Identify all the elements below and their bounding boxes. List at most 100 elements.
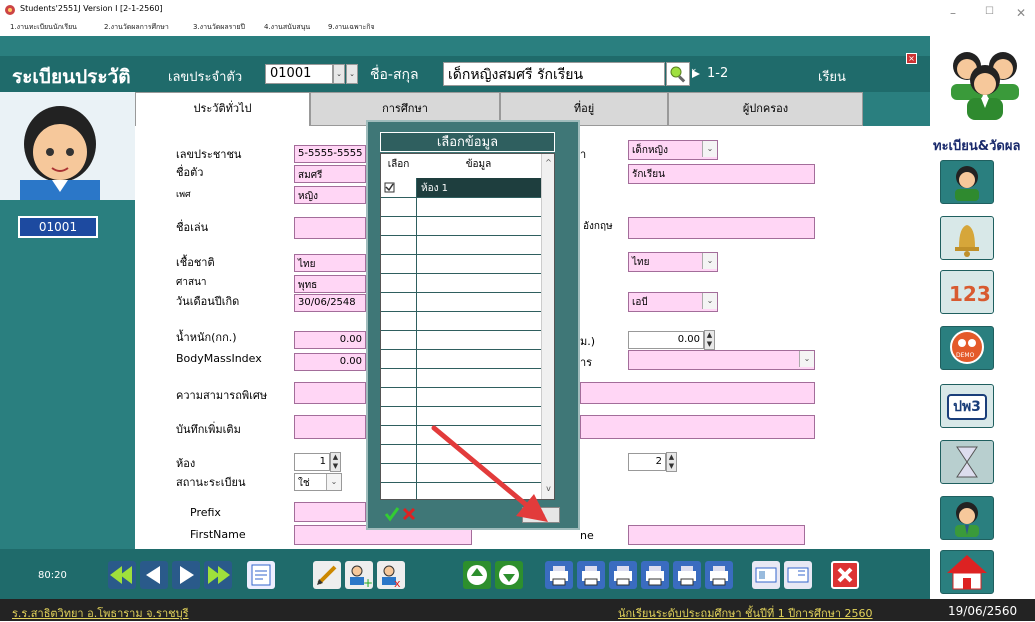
- grid-row[interactable]: [381, 387, 541, 407]
- print-button-2[interactable]: [577, 561, 605, 589]
- row-select-cell[interactable]: [381, 235, 417, 254]
- id-dropdown-button[interactable]: ⌄: [346, 64, 358, 84]
- title-select[interactable]: เด็กหญิง ⌄: [628, 140, 718, 160]
- card-view-button[interactable]: [784, 561, 812, 589]
- check-all-icon[interactable]: [384, 506, 400, 522]
- status-select[interactable]: ใช่ ⌄: [294, 473, 342, 491]
- print-button-6[interactable]: [705, 561, 733, 589]
- row-select-cell[interactable]: [381, 311, 417, 330]
- clear-all-icon[interactable]: [401, 506, 417, 522]
- hourglass-button[interactable]: [940, 440, 994, 484]
- first-record-button[interactable]: [108, 561, 136, 589]
- row-select-cell[interactable]: [381, 330, 417, 349]
- pw3-button[interactable]: ปพ3: [940, 384, 994, 428]
- search-icon[interactable]: [666, 62, 690, 86]
- height-field[interactable]: 0.00: [628, 331, 704, 349]
- special-ability-ext-field[interactable]: [580, 382, 815, 404]
- row-select-cell[interactable]: [381, 387, 417, 406]
- print-button-5[interactable]: [673, 561, 701, 589]
- nickname-field[interactable]: [294, 217, 366, 239]
- first-name-field[interactable]: สมศรี: [294, 165, 366, 183]
- row-select-cell[interactable]: [381, 349, 417, 368]
- notes-field[interactable]: [294, 415, 366, 439]
- room-field[interactable]: 1: [294, 453, 330, 471]
- menu-support[interactable]: 4.งานสนับสนุน: [264, 22, 310, 33]
- grid-row[interactable]: [381, 273, 541, 293]
- grid-row[interactable]: [381, 311, 541, 331]
- religion-select[interactable]: พุทธ: [294, 275, 366, 293]
- id-card-button[interactable]: [752, 561, 780, 589]
- room-stepper[interactable]: ▲ ▼: [330, 452, 341, 472]
- last-record-button[interactable]: [204, 561, 232, 589]
- number-stepper[interactable]: ▲ ▼: [666, 452, 677, 472]
- row-select-cell[interactable]: [381, 197, 417, 216]
- row-select-cell[interactable]: [381, 482, 417, 499]
- number-field[interactable]: 2: [628, 453, 666, 471]
- prev-record-button[interactable]: [140, 561, 168, 589]
- scores-button[interactable]: 123: [940, 270, 994, 314]
- menu-registration[interactable]: 1.งานทะเบียนนักเรียน: [10, 22, 77, 33]
- grid-row[interactable]: [381, 197, 541, 217]
- height-stepper[interactable]: ▲ ▼: [704, 330, 715, 350]
- menu-special[interactable]: 9.งานเฉพาะกิจ: [328, 22, 375, 33]
- teacher-button[interactable]: [940, 496, 994, 540]
- row-select-cell[interactable]: [381, 273, 417, 292]
- close-window-button[interactable]: ✕: [1016, 6, 1026, 20]
- grid-row[interactable]: [381, 216, 541, 236]
- grid-row[interactable]: [381, 292, 541, 312]
- move-up-button[interactable]: [463, 561, 491, 589]
- student-profile-button[interactable]: [940, 160, 994, 204]
- row-select-cell[interactable]: [381, 406, 417, 425]
- bell-button[interactable]: [940, 216, 994, 260]
- home-button[interactable]: [940, 550, 994, 594]
- nationality-select[interactable]: ไทย ⌄: [628, 252, 718, 272]
- row-select-cell[interactable]: [381, 463, 417, 482]
- minimize-button[interactable]: –: [950, 6, 956, 20]
- grid-row[interactable]: [381, 349, 541, 369]
- grid-row[interactable]: [381, 368, 541, 388]
- ethnicity-select[interactable]: ไทย: [294, 254, 366, 272]
- grid-row[interactable]: [381, 254, 541, 274]
- row-select-cell[interactable]: [381, 216, 417, 235]
- row-select-cell[interactable]: [381, 292, 417, 311]
- close-button[interactable]: [831, 561, 859, 589]
- row-checkbox[interactable]: [381, 178, 417, 197]
- row-select-cell[interactable]: [381, 254, 417, 273]
- id-chevron-down-icon[interactable]: ⌄: [333, 64, 345, 84]
- scroll-up-icon[interactable]: ^: [542, 158, 554, 167]
- close-form-icon[interactable]: ×: [906, 53, 917, 64]
- row-select-cell[interactable]: [381, 444, 417, 463]
- move-down-button[interactable]: [495, 561, 523, 589]
- add-student-button[interactable]: +: [345, 561, 373, 590]
- tab-guardian[interactable]: ผู้ปกครอง: [668, 92, 863, 126]
- birthdate-field[interactable]: 30/06/2548: [294, 294, 366, 312]
- grid-row[interactable]: ห้อง 1: [381, 178, 541, 198]
- row-select-cell[interactable]: [381, 425, 417, 444]
- report-button[interactable]: [247, 561, 275, 589]
- row-select-cell[interactable]: [381, 368, 417, 387]
- bmi-field[interactable]: 0.00: [294, 353, 366, 371]
- menu-evaluation[interactable]: 2.งานวัดผลการศึกษา: [104, 22, 169, 33]
- print-button-3[interactable]: [609, 561, 637, 589]
- disability-select[interactable]: ⌄: [628, 350, 815, 370]
- gender-select[interactable]: หญิง: [294, 186, 366, 204]
- national-id-field[interactable]: 5-5555-5555: [294, 145, 366, 163]
- lastname-en-field[interactable]: [628, 525, 805, 545]
- menu-yearly[interactable]: 3.งานวัดผลรายปี: [193, 22, 245, 33]
- blood-type-select[interactable]: เอบี ⌄: [628, 292, 718, 312]
- demo-button[interactable]: DEMO: [940, 326, 994, 370]
- tab-general[interactable]: ประวัติทั่วไป: [135, 92, 310, 126]
- next-record-button[interactable]: [172, 561, 200, 589]
- surname-field[interactable]: รักเรียน: [628, 164, 815, 184]
- maximize-button[interactable]: ☐: [985, 6, 994, 17]
- english-name-field[interactable]: [628, 217, 815, 239]
- weight-field[interactable]: 0.00: [294, 331, 366, 349]
- print-button-1[interactable]: [545, 561, 573, 589]
- prefix-field[interactable]: [294, 502, 366, 522]
- special-ability-field[interactable]: [294, 382, 366, 404]
- print-button-4[interactable]: [641, 561, 669, 589]
- delete-student-button[interactable]: x: [377, 561, 405, 590]
- grid-row[interactable]: [381, 330, 541, 350]
- student-id-field[interactable]: 01001: [265, 64, 333, 84]
- student-name-field[interactable]: เด็กหญิงสมศรี รักเรียน: [443, 62, 665, 86]
